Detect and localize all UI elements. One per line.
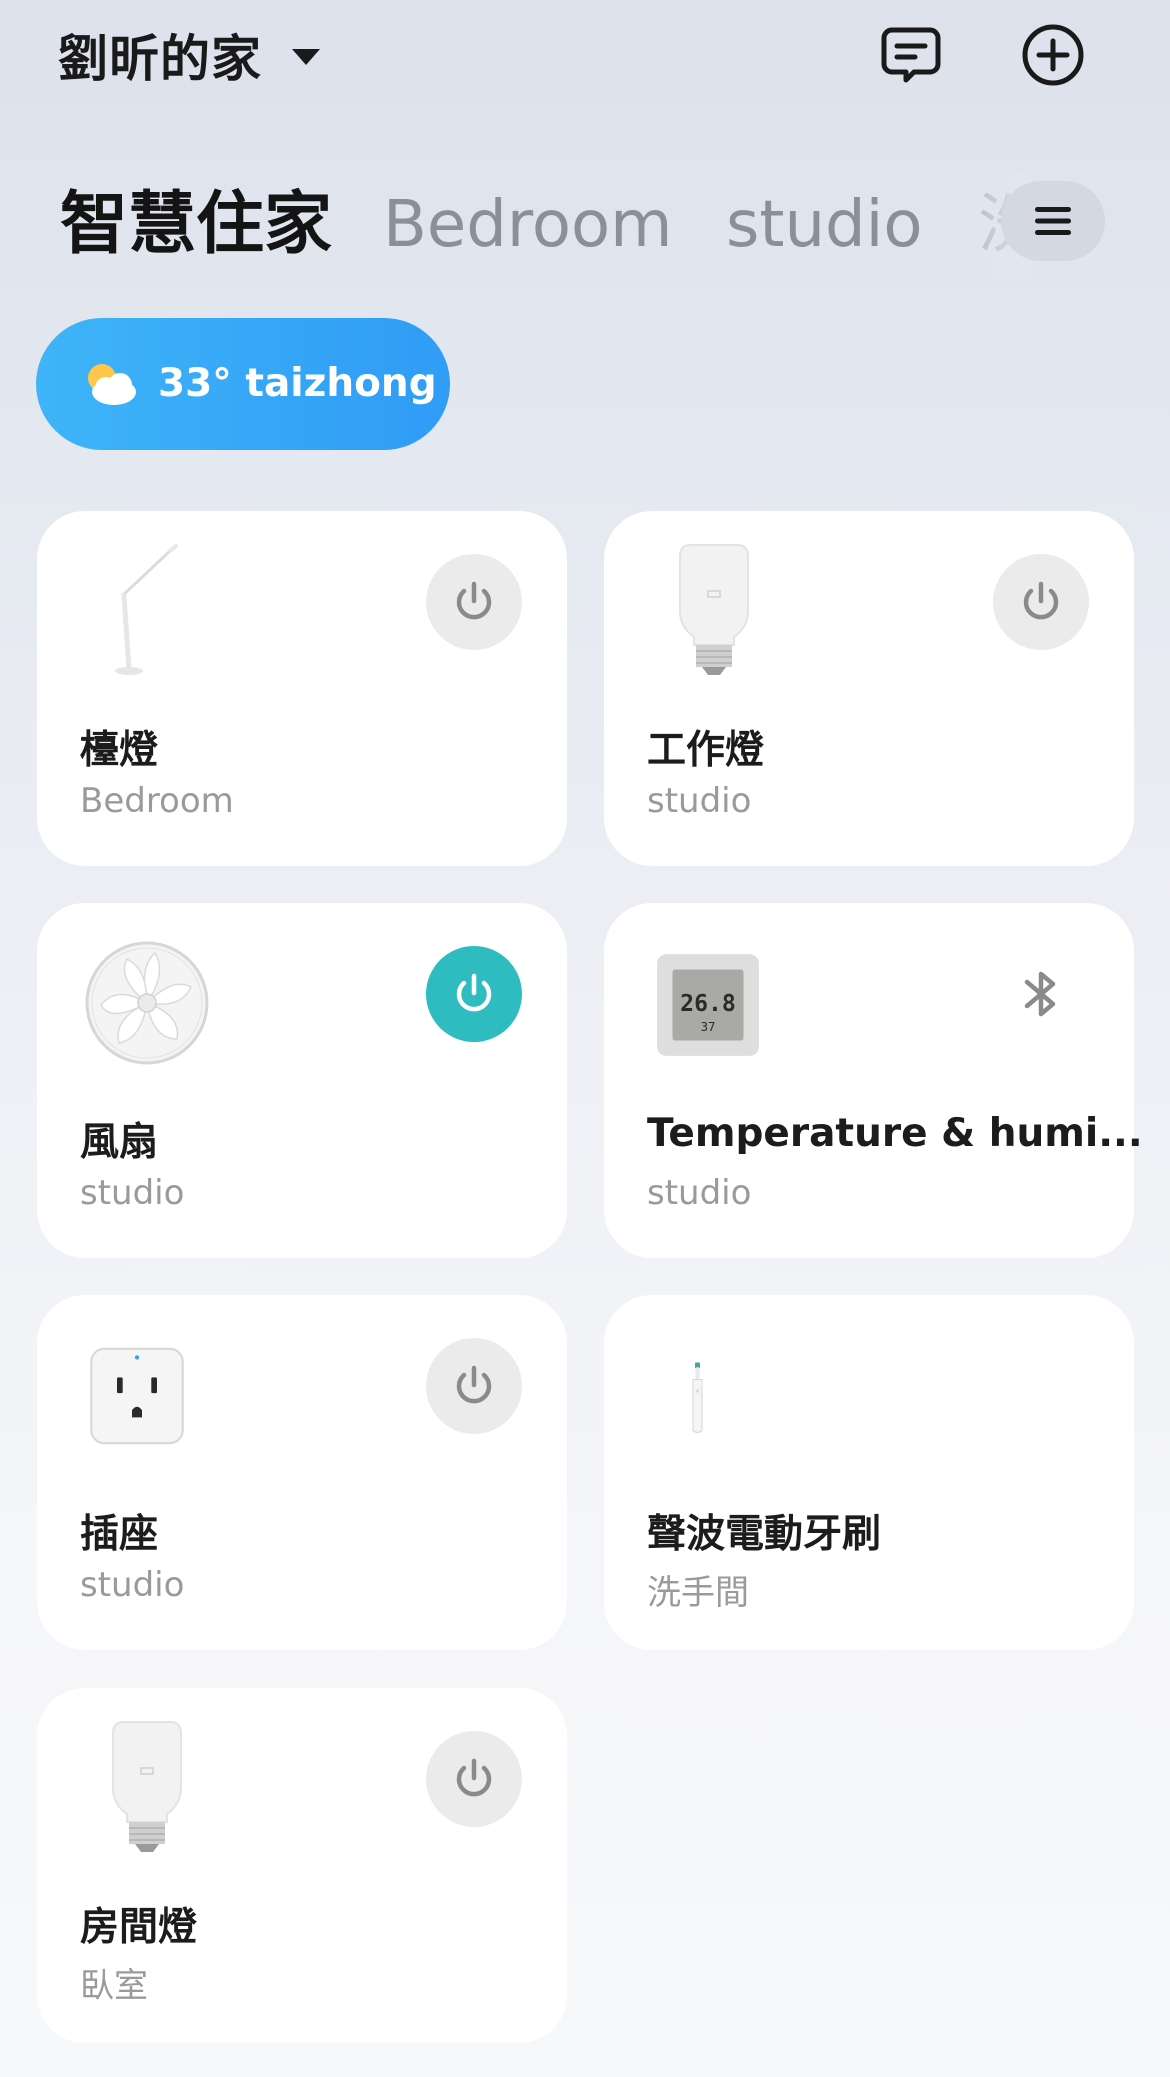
device-name: 檯燈 bbox=[80, 728, 159, 773]
device-room: studio bbox=[647, 1173, 752, 1213]
weather-text: 33° taizhong bbox=[158, 361, 437, 406]
add-circle-icon bbox=[1022, 24, 1084, 86]
device-card-work-light[interactable]: 工作燈 studio bbox=[604, 511, 1134, 866]
device-card-room-light[interactable]: 房間燈 臥室 bbox=[37, 1688, 567, 2043]
bluetooth-icon bbox=[1024, 971, 1056, 1017]
device-name: 風扇 bbox=[80, 1120, 159, 1165]
home-name: 劉昕的家 bbox=[58, 30, 262, 88]
fan-icon bbox=[85, 941, 209, 1065]
tab-smart-home[interactable]: 智慧住家 bbox=[60, 170, 332, 280]
device-card-temperature-humidity[interactable]: 26.8 37 Temperature & humi... studio bbox=[604, 903, 1143, 1258]
device-card-smart-plug[interactable]: 插座 studio bbox=[37, 1295, 567, 1650]
message-icon bbox=[881, 27, 941, 83]
weather-widget[interactable]: 33° taizhong bbox=[36, 318, 450, 450]
device-card-toothbrush[interactable]: 聲波電動牙刷 洗手間 bbox=[604, 1295, 1134, 1650]
partly-cloudy-icon bbox=[88, 364, 136, 405]
tab-studio[interactable]: studio bbox=[726, 170, 923, 280]
hamburger-menu-icon bbox=[1035, 207, 1071, 235]
power-button[interactable] bbox=[993, 554, 1089, 650]
smart-plug-icon bbox=[90, 1347, 184, 1445]
light-bulb-icon bbox=[112, 1721, 182, 1852]
power-button[interactable] bbox=[426, 946, 522, 1042]
thermometer-hygrometer-icon: 26.8 37 bbox=[657, 954, 759, 1056]
caret-down-icon bbox=[292, 49, 320, 65]
device-room: studio bbox=[647, 781, 752, 821]
messages-button[interactable] bbox=[878, 22, 944, 88]
power-icon bbox=[1023, 581, 1059, 620]
device-room: studio bbox=[80, 1173, 185, 1213]
device-room: 洗手間 bbox=[647, 1573, 749, 1613]
toothbrush-icon bbox=[692, 1362, 703, 1433]
power-icon bbox=[456, 1365, 492, 1404]
power-button[interactable] bbox=[426, 554, 522, 650]
room-tabs: 智慧住家 Bedroom studio 洗 bbox=[0, 170, 1170, 280]
bluetooth-status bbox=[1003, 956, 1079, 1032]
desk-lamp-icon bbox=[115, 544, 178, 675]
device-name: 工作燈 bbox=[647, 728, 765, 773]
add-device-button[interactable] bbox=[1020, 22, 1086, 88]
home-switcher[interactable]: 劉昕的家 bbox=[58, 18, 320, 92]
power-icon bbox=[456, 581, 492, 620]
device-room: studio bbox=[80, 1565, 185, 1605]
power-icon bbox=[456, 973, 492, 1012]
power-icon bbox=[456, 1758, 492, 1797]
device-room: 臥室 bbox=[80, 1966, 148, 2006]
power-button[interactable] bbox=[426, 1731, 522, 1827]
device-name: 聲波電動牙刷 bbox=[647, 1512, 882, 1557]
device-card-desk-lamp[interactable]: 檯燈 Bedroom bbox=[37, 511, 567, 866]
thermo-humidity: 37 bbox=[701, 1020, 716, 1034]
room-menu-button[interactable] bbox=[1001, 181, 1105, 261]
device-card-fan[interactable]: 風扇 studio bbox=[37, 903, 567, 1258]
device-name: 插座 bbox=[80, 1512, 159, 1557]
tab-bedroom[interactable]: Bedroom bbox=[383, 170, 672, 280]
thermo-temp: 26.8 bbox=[680, 991, 736, 1017]
device-room: Bedroom bbox=[80, 781, 234, 821]
power-button[interactable] bbox=[426, 1338, 522, 1434]
device-name: 房間燈 bbox=[80, 1905, 198, 1950]
light-bulb-icon bbox=[679, 544, 749, 675]
device-name: Temperature & humi... bbox=[647, 1111, 1143, 1156]
